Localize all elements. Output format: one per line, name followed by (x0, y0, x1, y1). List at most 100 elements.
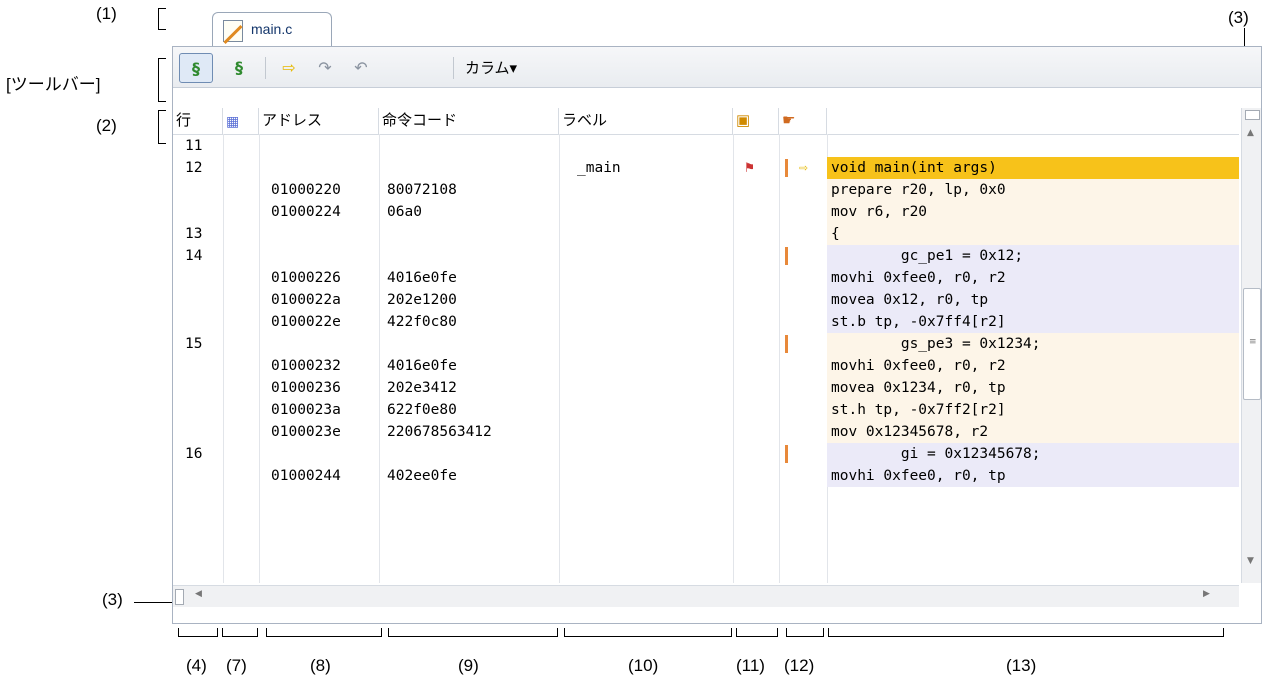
address-cell: 01000224 (271, 204, 341, 220)
main-function-icon[interactable]: ⚑ (745, 157, 754, 179)
code-line-marker (785, 247, 788, 265)
table-row[interactable]: 15 gs_pe3 = 0x1234; (173, 333, 1239, 355)
bracket-4 (178, 628, 218, 637)
column-menu-button[interactable]: カラム▾ (465, 57, 517, 78)
annotation-7: (7) (226, 656, 247, 675)
source-cell: mov 0x12345678, r2 (831, 424, 989, 440)
opcode-cell: 220678563412 (387, 424, 492, 440)
header-line[interactable]: 行 (173, 108, 223, 134)
table-row[interactable]: 01000232 4016e0fe movhi 0xfee0, r0, r2 (173, 355, 1239, 377)
mixed-display-button[interactable]: § (179, 53, 213, 83)
redo-icon: ↷ (318, 57, 332, 77)
line-number: 12 (185, 160, 203, 176)
annotation-12: (12) (784, 656, 815, 675)
address-cell: 01000232 (271, 358, 341, 374)
source-cell: movea 0x12, r0, tp (831, 292, 989, 308)
bracket-7 (222, 628, 258, 637)
address-cell: 0100022a (271, 292, 341, 308)
table-row[interactable]: 01000244 402ee0fe movhi 0xfee0, r0, tp (173, 465, 1239, 487)
table-row[interactable]: 12 _main void main(int args) ⇨ ⚑ (173, 157, 1239, 179)
table-row[interactable]: 0100023e 220678563412 mov 0x12345678, r2 (173, 421, 1239, 443)
table-row[interactable]: 13 { (173, 223, 1239, 245)
address-cell: 01000236 (271, 380, 341, 396)
code-rows: 11 12 _main void main(int args) ⇨ ⚑ 01000220 80… (173, 135, 1239, 583)
table-row[interactable]: 01000224 06a0 mov r6, r20 (173, 201, 1239, 223)
opcode-cell: 80072108 (387, 182, 457, 198)
opcode-cell: 06a0 (387, 204, 422, 220)
table-row[interactable]: 11 (173, 135, 1239, 157)
show-current-pc-button[interactable]: ⇨ (273, 53, 305, 81)
source-cell: gc_pe1 = 0x12; (831, 248, 1024, 264)
scroll-left-icon[interactable]: ◀ (195, 589, 202, 599)
horizontal-scrollbar[interactable]: ◀ ▶ (173, 585, 1239, 607)
vertical-scrollbar[interactable]: ▲ ≡ ▼ (1241, 108, 1261, 583)
annotation-1-bracket (158, 8, 166, 30)
header-event-icon[interactable]: ▦ (223, 108, 259, 134)
disassemble-display-button[interactable]: § (223, 53, 255, 81)
bracket-9 (388, 628, 558, 637)
header-address[interactable]: アドレス (259, 108, 379, 134)
header-pc-icon[interactable]: ☛ (779, 108, 827, 134)
scroll-right-icon[interactable]: ▶ (1203, 589, 1210, 599)
address-cell: 01000220 (271, 182, 341, 198)
annotation-4: (4) (186, 656, 207, 675)
table-row[interactable]: 16 gi = 0x12345678; (173, 443, 1239, 465)
header-source[interactable] (827, 108, 1239, 134)
opcode-cell: 4016e0fe (387, 358, 457, 374)
label-cell: _main (577, 160, 621, 176)
tab-main-c[interactable]: main.c (212, 12, 332, 47)
annotation-toolbar: [ツールバー] (6, 75, 101, 94)
annotation-1: (1) (96, 4, 117, 23)
toolbar: § § ⇨ ↷ ↶ カラム▾ (173, 47, 1261, 88)
bracket-11 (736, 628, 778, 637)
line-number: 15 (185, 336, 203, 352)
forward-button[interactable]: ↷ (309, 53, 341, 81)
source-cell: movea 0x1234, r0, tp (831, 380, 1006, 396)
source-cell: void main(int args) (831, 160, 997, 176)
header-opcode[interactable]: 命令コード (379, 108, 559, 134)
arrow-right-icon: ⇨ (282, 57, 296, 77)
table-row[interactable]: 01000226 4016e0fe movhi 0xfee0, r0, r2 (173, 267, 1239, 289)
annotation-2: (2) (96, 116, 117, 135)
opcode-cell: 202e1200 (387, 292, 457, 308)
header-main-icon[interactable]: ▣ (733, 108, 779, 134)
source-cell: { (831, 226, 840, 242)
source-cell: prepare r20, lp, 0x0 (831, 182, 1006, 198)
column-header: 行 ▦ アドレス 命令コード ラベル ▣ ☛ (173, 108, 1239, 135)
thumb-grip-icon: ≡ (1249, 337, 1257, 347)
current-pc-arrow-icon: ⇨ (799, 160, 808, 176)
source-cell: movhi 0xfee0, r0, r2 (831, 270, 1006, 286)
back-button[interactable]: ↶ (345, 53, 377, 81)
disassemble-panel: main.c § § ⇨ ↷ ↶ カラム▾ 行 ▦ アドレス 命令コード ラベル… (172, 10, 1262, 624)
annotation-8: (8) (310, 656, 331, 675)
source-cell: movhi 0xfee0, r0, r2 (831, 358, 1006, 374)
table-row[interactable]: 0100022a 202e1200 movea 0x12, r0, tp (173, 289, 1239, 311)
table-row[interactable]: 01000236 202e3412 movea 0x1234, r0, tp (173, 377, 1239, 399)
annotation-2-bracket (158, 110, 166, 144)
disassemble-display-icon: § (235, 57, 243, 77)
header-label[interactable]: ラベル (559, 108, 733, 134)
source-cell: gi = 0x12345678; (831, 446, 1041, 462)
tab-label: main.c (251, 21, 293, 37)
vertical-scroll-thumb[interactable]: ≡ (1243, 288, 1261, 400)
scroll-up-icon[interactable]: ▲ (1247, 128, 1254, 138)
source-cell: st.b tp, -0x7ff4[r2] (831, 314, 1006, 330)
bracket-12 (786, 628, 824, 637)
table-row[interactable]: 01000220 80072108 prepare r20, lp, 0x0 (173, 179, 1239, 201)
table-row[interactable]: 14 gc_pe1 = 0x12; (173, 245, 1239, 267)
split-handle[interactable] (1245, 110, 1260, 120)
code-line-marker (785, 445, 788, 463)
address-cell: 0100023e (271, 424, 341, 440)
source-cell: mov r6, r20 (831, 204, 928, 220)
main-icon: ▣ (736, 112, 751, 129)
table-row[interactable]: 0100022e 422f0c80 st.b tp, -0x7ff4[r2] (173, 311, 1239, 333)
source-file-icon (223, 20, 243, 42)
mixed-display-icon: § (192, 58, 200, 78)
undo-icon: ↶ (354, 57, 368, 77)
grid-icon: ▦ (226, 113, 240, 129)
annotation-toolbar-bracket (158, 58, 166, 102)
scroll-down-icon[interactable]: ▼ (1247, 556, 1254, 566)
horizontal-split-handle[interactable] (175, 589, 184, 605)
table-row[interactable]: 0100023a 622f0e80 st.h tp, -0x7ff2[r2] (173, 399, 1239, 421)
panel-frame: § § ⇨ ↷ ↶ カラム▾ 行 ▦ アドレス 命令コード ラベル ▣ ☛ 11… (172, 46, 1262, 624)
